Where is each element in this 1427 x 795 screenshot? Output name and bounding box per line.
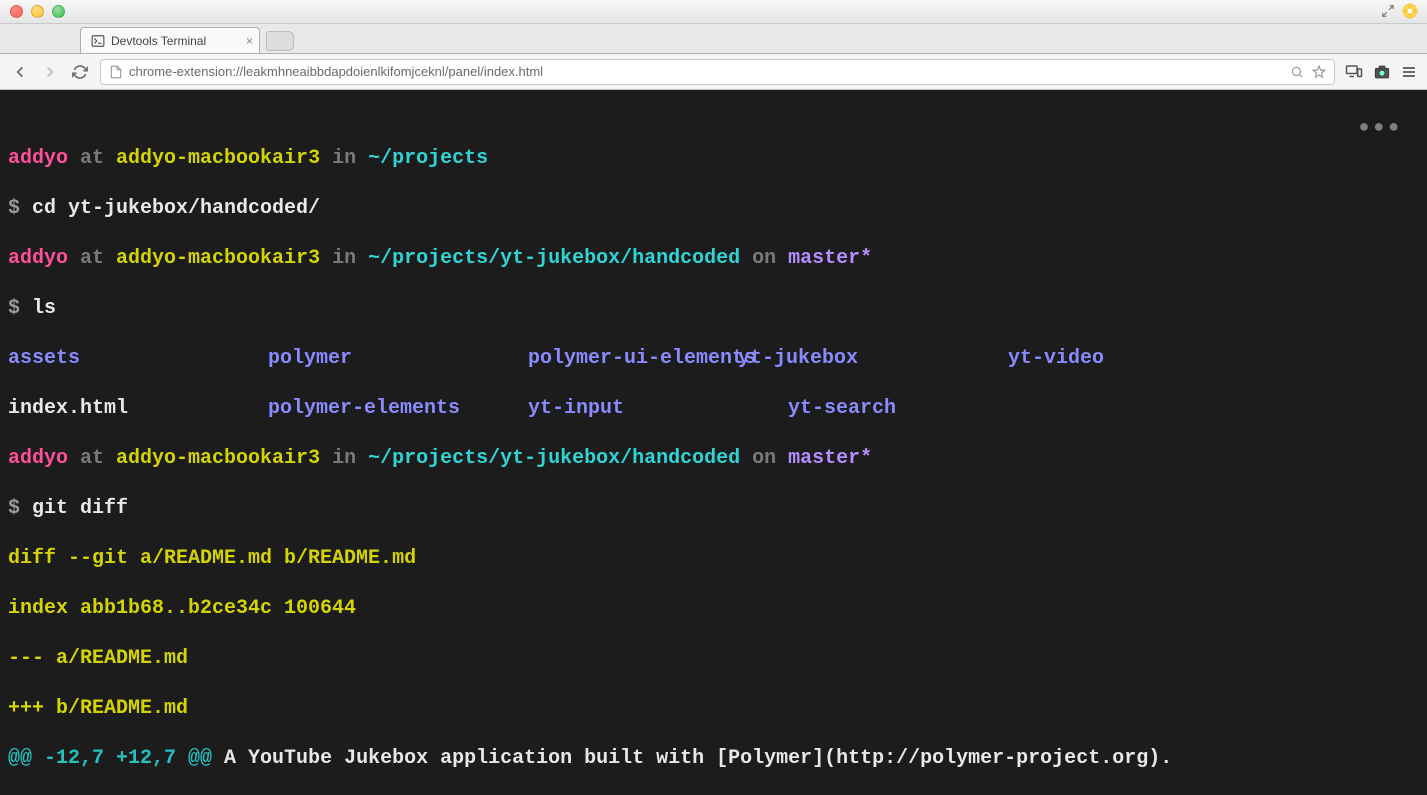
terminal-line: diff --git a/README.md b/README.md: [8, 546, 1419, 571]
terminal-line: index abb1b68..b2ce34c 100644: [8, 596, 1419, 621]
flower-icon: [1401, 2, 1419, 20]
terminal-line: assetspolymerpolymer-ui-elementsyt-jukeb…: [8, 346, 1419, 371]
extension-icons: [1345, 63, 1417, 81]
new-tab-button[interactable]: [266, 31, 294, 51]
terminal-line: +++ b/README.md: [8, 696, 1419, 721]
back-button[interactable]: [10, 62, 30, 82]
tab-title: Devtools Terminal: [111, 34, 206, 48]
url-text: chrome-extension://leakmhneaibbdapdoienl…: [129, 64, 1284, 79]
reload-button[interactable]: [70, 62, 90, 82]
terminal-line: $ ls: [8, 296, 1419, 321]
window-titlebar: [0, 0, 1427, 24]
browser-tab[interactable]: Devtools Terminal ×: [80, 27, 260, 53]
minimize-window-button[interactable]: [31, 5, 44, 18]
close-window-button[interactable]: [10, 5, 23, 18]
address-bar[interactable]: chrome-extension://leakmhneaibbdapdoienl…: [100, 59, 1335, 85]
expand-icon[interactable]: [1381, 4, 1395, 18]
tab-close-icon[interactable]: ×: [246, 34, 253, 48]
browser-toolbar: chrome-extension://leakmhneaibbdapdoienl…: [0, 54, 1427, 90]
terminal-line: $ cd yt-jukebox/handcoded/: [8, 196, 1419, 221]
terminal-favicon-icon: [91, 34, 105, 48]
terminal-line: index.htmlpolymer-elementsyt-inputyt-sea…: [8, 396, 1419, 421]
traffic-lights: [10, 5, 65, 18]
devices-icon[interactable]: [1345, 63, 1363, 81]
camera-icon[interactable]: [1373, 63, 1391, 81]
terminal-line: $ git diff: [8, 496, 1419, 521]
forward-button[interactable]: [40, 62, 60, 82]
terminal-line: --- a/README.md: [8, 646, 1419, 671]
zoom-window-button[interactable]: [52, 5, 65, 18]
menu-icon[interactable]: [1401, 64, 1417, 80]
tab-strip: Devtools Terminal ×: [0, 24, 1427, 54]
overflow-dots-icon[interactable]: ●●●: [1359, 116, 1403, 141]
terminal-line: addyo at addyo-macbookair3 in ~/projects…: [8, 246, 1419, 271]
terminal-line: addyo at addyo-macbookair3 in ~/projects: [8, 146, 1419, 171]
page-icon: [109, 65, 123, 79]
terminal-line: addyo at addyo-macbookair3 in ~/projects…: [8, 446, 1419, 471]
terminal-line: @@ -12,7 +12,7 @@ A YouTube Jukebox appl…: [8, 746, 1419, 771]
star-icon[interactable]: [1312, 65, 1326, 79]
search-icon[interactable]: [1290, 65, 1304, 79]
terminal-panel[interactable]: ●●● addyo at addyo-macbookair3 in ~/proj…: [0, 90, 1427, 795]
